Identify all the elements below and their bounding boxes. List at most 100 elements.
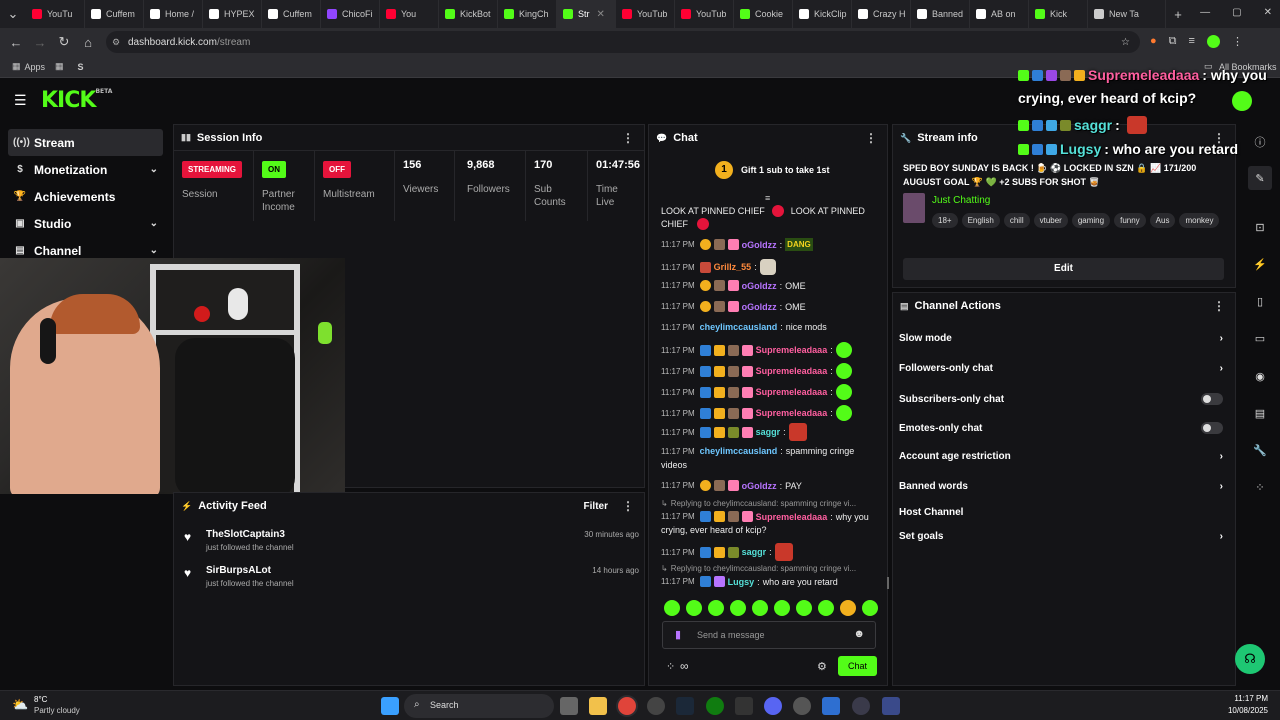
xbox-icon[interactable]	[706, 697, 724, 715]
kick-logo[interactable]: KICKBETA	[41, 88, 112, 113]
chrome-icon[interactable]	[618, 697, 636, 715]
reload-icon[interactable]: ↻	[52, 34, 76, 50]
send-chat-button[interactable]: Chat	[838, 656, 877, 676]
tag-chip[interactable]: chill	[1003, 213, 1030, 228]
browser-tab[interactable]: Cuffem	[262, 0, 321, 28]
more-options-icon[interactable]: ⋮	[1213, 299, 1225, 313]
browser-tab[interactable]: Cuffem	[85, 0, 144, 28]
browser-tab[interactable]: Str ✕	[557, 0, 616, 28]
kick-emote-icon[interactable]	[774, 600, 790, 616]
sidebar-item-stream[interactable]: ((•)) Stream	[8, 129, 163, 156]
microphone-icon[interactable]: ▮	[675, 628, 681, 641]
browser-tab[interactable]: YouTub	[675, 0, 734, 28]
chat-username[interactable]: Supremeleadaaa	[756, 408, 828, 418]
chat-username[interactable]: Grillz_55	[714, 262, 752, 272]
chat-username[interactable]: Supremeleadaaa	[756, 366, 828, 376]
browser-menu-icon[interactable]: ⋮	[1232, 35, 1243, 48]
category-name[interactable]: Just Chatting	[932, 195, 990, 206]
edit-stream-button[interactable]: Edit	[903, 258, 1224, 280]
bookmark-grid-icon[interactable]: ▦	[55, 61, 64, 72]
clock-date[interactable]: 10/08/2025	[1228, 706, 1268, 715]
chat-username[interactable]: saggr	[756, 427, 781, 437]
more-options-icon[interactable]: ⋮	[622, 499, 634, 513]
tag-chip[interactable]: English	[961, 213, 1000, 228]
browser-tab[interactable]: YouTu	[26, 0, 85, 28]
obs-icon[interactable]	[852, 697, 870, 715]
browser-tab[interactable]: You	[380, 0, 439, 28]
chat-username[interactable]: oGoldzz	[742, 302, 777, 312]
bookmark-star-icon[interactable]: ☆	[1121, 37, 1130, 48]
chat-input[interactable]: ▮ Send a message ☻	[662, 621, 876, 649]
chat-scrollbar[interactable]	[887, 577, 889, 589]
lightning-icon[interactable]: ⚡	[1248, 252, 1272, 276]
close-window-icon[interactable]: ✕	[1264, 7, 1272, 18]
kick-emote-icon[interactable]	[862, 600, 878, 616]
action-set-goals[interactable]: Set goals ›	[899, 531, 1229, 542]
maximize-icon[interactable]: ▢	[1232, 7, 1241, 18]
browser-tab[interactable]: Cookie	[734, 0, 793, 28]
action-banned-words[interactable]: Banned words ›	[899, 481, 1229, 492]
kick-emote-icon[interactable]	[752, 600, 768, 616]
chat-username[interactable]: Supremeleadaaa	[756, 345, 828, 355]
browser-tab[interactable]: New Ta	[1088, 0, 1166, 28]
browser-tab[interactable]: KickClip	[793, 0, 852, 28]
infinity-icon[interactable]: ∞	[680, 659, 689, 673]
close-tab-icon[interactable]: ✕	[597, 9, 605, 20]
weather-icon[interactable]: ⛅	[12, 697, 28, 713]
apps-icon[interactable]: ⁘	[1248, 475, 1272, 499]
kick-emote-icon[interactable]	[840, 600, 856, 616]
browser-tab[interactable]: HYPEX	[203, 0, 262, 28]
tag-chip[interactable]: monkey	[1179, 213, 1220, 228]
taskbar-search[interactable]: ⌕ Search	[404, 694, 554, 718]
chat-username[interactable]: cheylimccausland	[700, 446, 778, 456]
kick-points-icon[interactable]: ⁘	[666, 660, 675, 673]
action-slow-mode[interactable]: Slow mode ›	[899, 333, 1229, 344]
broadcast-icon[interactable]: ◉	[1248, 364, 1272, 388]
tag-chip[interactable]: Aus	[1149, 213, 1176, 228]
forward-icon[interactable]: →	[28, 35, 52, 50]
bookmark-apps[interactable]: Apps	[25, 62, 46, 72]
kick-emote-icon[interactable]	[686, 600, 702, 616]
action-followers-only[interactable]: Followers-only chat ›	[899, 363, 1229, 374]
layout-icon[interactable]: ⊡	[1248, 215, 1272, 239]
windows-start-icon[interactable]	[381, 697, 399, 715]
browser-tab[interactable]: Banned	[911, 0, 970, 28]
kick-emote-icon[interactable]	[818, 600, 834, 616]
edit-pencil-icon[interactable]: ✎	[1248, 166, 1272, 190]
clipboard-icon[interactable]: ▯	[1248, 289, 1272, 313]
address-bar[interactable]: ⚙ dashboard.kick.com/stream ☆	[106, 31, 1140, 53]
sidebar-item-studio[interactable]: ▣ Studio ⌄	[0, 210, 170, 237]
apps-grid-icon[interactable]: ▦	[12, 61, 21, 72]
activity-username[interactable]: TheSlotCaptain3	[206, 529, 285, 540]
wrench-icon[interactable]: 🔧	[1248, 438, 1272, 462]
chat-bubble-icon[interactable]: ▭	[1248, 326, 1272, 350]
server-icon[interactable]: ▤	[1248, 401, 1272, 425]
subscribers-only-toggle[interactable]	[1201, 393, 1223, 405]
browser-tab[interactable]: YouTub	[616, 0, 675, 28]
tag-chip[interactable]: 18+	[932, 213, 958, 228]
browser-tab[interactable]: KickBot	[439, 0, 498, 28]
clock-time[interactable]: 11:17 PM	[1234, 694, 1268, 703]
gift-sub-banner[interactable]: 1 Gift 1 sub to take 1st	[715, 161, 830, 179]
chat-username[interactable]: oGoldzz	[742, 240, 777, 250]
tag-chip[interactable]: vtuber	[1033, 213, 1068, 228]
info-icon[interactable]: ⓘ	[1248, 130, 1272, 154]
browser-tab[interactable]: Home /	[144, 0, 203, 28]
browser-tab[interactable]: AB on	[970, 0, 1029, 28]
emoji-picker-icon[interactable]: ☻	[853, 628, 865, 640]
browser-tab[interactable]: Kick	[1029, 0, 1088, 28]
reply-context[interactable]: ↳ Replying to cheylimccausland: spamming…	[661, 499, 856, 508]
browser-tab[interactable]: ChicoFi	[321, 0, 380, 28]
site-info-icon[interactable]: ⚙	[112, 37, 120, 48]
chat-username[interactable]: Supremeleadaaa	[756, 387, 828, 397]
support-chat-button[interactable]: ☊	[1235, 644, 1265, 674]
extensions-puzzle-icon[interactable]: ⧉	[1169, 35, 1177, 48]
tag-chip[interactable]: gaming	[1071, 213, 1111, 228]
activity-username[interactable]: SirBurpsALot	[206, 565, 271, 576]
chat-username[interactable]: oGoldzz	[742, 481, 777, 491]
kick-emote-icon[interactable]	[730, 600, 746, 616]
browser-tab[interactable]: KingCh	[498, 0, 557, 28]
more-options-icon[interactable]: ⋮	[865, 131, 877, 145]
store-icon[interactable]	[822, 697, 840, 715]
task-view-icon[interactable]	[560, 697, 578, 715]
